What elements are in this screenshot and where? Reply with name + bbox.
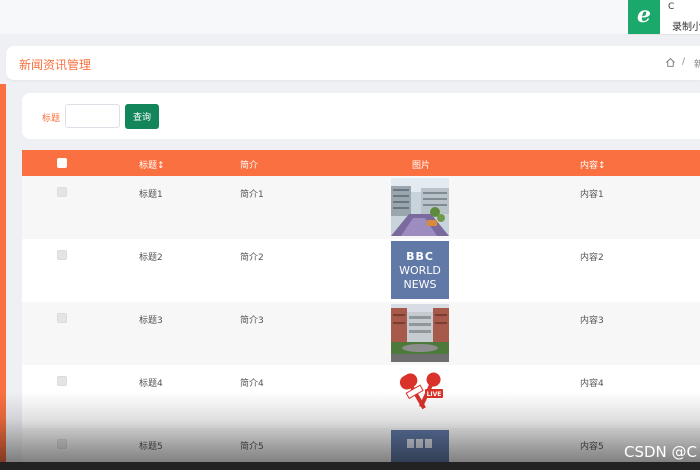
cell-content: 内容1 [580,190,604,200]
cell-title: 标题1 [139,190,163,200]
table-row[interactable]: 标题1 简介1 内容1 [22,176,700,240]
title-search-input[interactable] [65,104,120,128]
page-title: 新闻资讯管理 [19,58,92,72]
cell-content: 内容2 [580,253,604,263]
sidebar-edge [0,84,6,470]
live-text: LIVE [427,391,442,398]
column-header-image: 图片 [412,161,431,171]
breadcrumb-current[interactable]: 新 [694,57,700,70]
cell-intro: 简介3 [240,316,264,326]
recorder-logo-icon: e [628,0,660,34]
row-checkbox[interactable] [57,376,67,386]
cell-intro: 简介5 [240,442,264,452]
column-header-content[interactable]: 内容↕ [580,158,606,171]
cell-intro: 简介1 [240,190,264,200]
bbc-world-news-logo[interactable]: BBC WORLD NEWS [391,241,449,299]
recorder-badge[interactable]: e C 录制小 [628,0,700,35]
table-row[interactable]: 标题2 简介2 BBC WORLD NEWS 内容2 [22,239,700,303]
column-header-title[interactable]: 标题↕ [139,158,165,171]
campus-photo[interactable] [391,304,449,362]
cell-title: 标题4 [139,379,163,389]
row-checkbox[interactable] [57,250,67,260]
cell-title: 标题2 [139,253,163,263]
csdn-watermark: CSDN @C [624,443,698,461]
recorder-label: 录制小 [672,22,700,33]
recorder-small-label: C [668,2,675,12]
top-bar: e C 录制小 [0,0,700,35]
select-all-checkbox[interactable] [57,158,67,168]
building-photo[interactable] [391,178,449,236]
news-text: NEWS [403,278,436,291]
row-checkbox[interactable] [57,187,67,197]
breadcrumb-separator: / [682,57,686,67]
live-microphone-icon[interactable]: LIVE [391,367,449,425]
cell-content: 内容3 [580,316,604,326]
video-progress-bar[interactable] [0,462,700,470]
search-form: 标题 查询 [22,93,700,139]
cell-content: 内容4 [580,379,604,389]
home-icon[interactable] [665,57,676,68]
table-header: 标题↕ 简介 图片 内容↕ [22,150,700,176]
news-table: 标题↕ 简介 图片 内容↕ 标题1 简介1 内容1 标题2 简介2 BBC WO… [22,150,700,470]
cell-content: 内容5 [580,442,604,452]
row-checkbox[interactable] [57,439,67,449]
search-button[interactable]: 查询 [125,104,159,129]
table-row[interactable]: 标题4 简介4 LIVE 内容4 [22,365,700,429]
cell-title: 标题3 [139,316,163,326]
cell-title: 标题5 [139,442,163,452]
cell-intro: 简介4 [240,379,264,389]
world-text: WORLD [399,264,441,277]
bbc-text: BBC [406,250,434,263]
title-filter-label: 标题 [42,114,61,124]
column-header-intro: 简介 [240,161,259,171]
row-checkbox[interactable] [57,313,67,323]
table-row[interactable]: 标题3 简介3 内容3 [22,302,700,366]
page-header: 新闻资讯管理 / 新 [6,46,700,80]
cell-intro: 简介2 [240,253,264,263]
